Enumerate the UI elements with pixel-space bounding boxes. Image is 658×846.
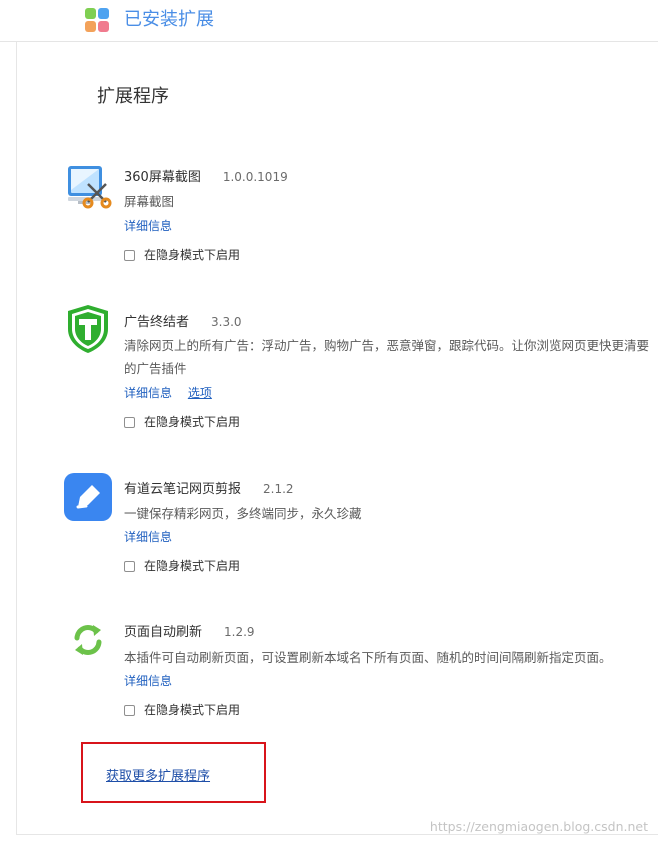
section-title: 扩展程序	[97, 86, 169, 107]
extension-description: 本插件可自动刷新页面，可设置刷新本域名下所有页面、随机的时间间隔刷新指定页面。	[124, 650, 612, 665]
extension-links: 详细信息 选项	[124, 384, 224, 402]
extension-version: 3.3.0	[211, 315, 242, 329]
extension-name: 页面自动刷新 1.2.9	[124, 623, 255, 642]
incognito-checkbox[interactable]	[124, 560, 135, 572]
incognito-label: 在隐身模式下启用	[144, 703, 241, 717]
extension-name-text: 广告终结者	[124, 315, 190, 330]
content-left-border	[16, 42, 17, 834]
incognito-checkbox-row[interactable]: 在隐身模式下启用	[124, 558, 240, 574]
extension-version: 2.1.2	[263, 482, 294, 496]
extension-links: 详细信息	[124, 217, 184, 235]
incognito-label: 在隐身模式下启用	[144, 248, 241, 262]
extension-description: 清除网页上的所有广告：浮动广告，购物广告，恶意弹窗，跟踪代码。让你浏览网页更快更…	[124, 338, 650, 376]
get-more-extensions-link[interactable]: 获取更多扩展程序	[106, 768, 210, 786]
page-header-title: 已安装扩展	[124, 9, 214, 30]
extension-name-text: 360屏幕截图	[124, 170, 201, 185]
extension-version: 1.0.0.1019	[222, 170, 288, 184]
incognito-checkbox-row[interactable]: 在隐身模式下启用	[124, 414, 240, 430]
extension-links: 详细信息	[124, 528, 184, 546]
extension-name-text: 有道云笔记网页剪报	[124, 482, 242, 497]
shield-t-icon	[64, 303, 112, 353]
extension-name: 有道云笔记网页剪报 2.1.2	[124, 480, 294, 499]
options-link[interactable]: 选项	[188, 386, 212, 400]
incognito-checkbox-row[interactable]: 在隐身模式下启用	[124, 247, 240, 263]
extension-name-text: 页面自动刷新	[124, 625, 203, 640]
incognito-checkbox[interactable]	[124, 704, 135, 716]
incognito-checkbox[interactable]	[124, 416, 135, 428]
refresh-arrows-icon	[64, 616, 112, 664]
note-pen-icon	[64, 473, 112, 521]
incognito-checkbox-row[interactable]: 在隐身模式下启用	[124, 702, 240, 718]
watermark-text: https://zengmiaogen.blog.csdn.net	[429, 819, 648, 834]
extension-description: 屏幕截图	[124, 194, 175, 209]
incognito-label: 在隐身模式下启用	[144, 559, 241, 573]
extension-name: 360屏幕截图 1.0.0.1019	[124, 168, 288, 187]
extension-version: 1.2.9	[224, 625, 255, 639]
details-link[interactable]: 详细信息	[124, 219, 172, 233]
extensions-logo-icon	[85, 8, 109, 32]
details-link[interactable]: 详细信息	[124, 386, 172, 400]
top-bar: 已安装扩展	[0, 0, 658, 42]
extension-name: 广告终结者 3.3.0	[124, 313, 242, 332]
incognito-checkbox[interactable]	[124, 249, 135, 261]
extension-description: 一键保存精彩网页，多终端同步，永久珍藏	[124, 506, 362, 521]
details-link[interactable]: 详细信息	[124, 530, 172, 544]
screenshot-scissors-icon	[64, 162, 112, 210]
details-link[interactable]: 详细信息	[124, 674, 172, 688]
extension-links: 详细信息	[124, 672, 184, 690]
incognito-label: 在隐身模式下启用	[144, 415, 241, 429]
